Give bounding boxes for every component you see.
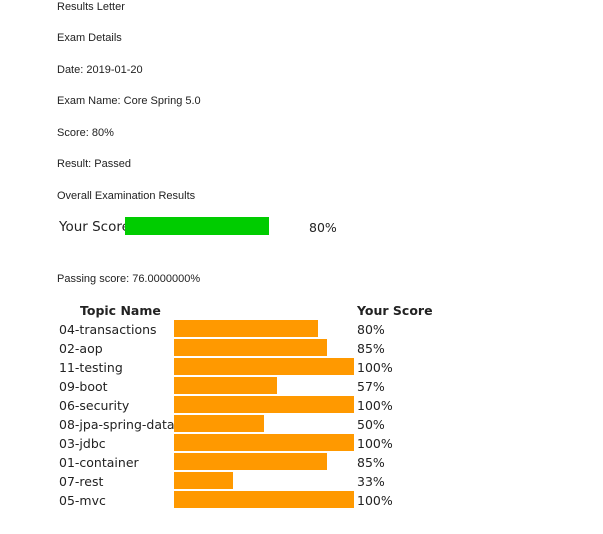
topic-name: 02-aop <box>59 341 103 356</box>
topic-score-bar <box>174 358 354 375</box>
topic-score-bar <box>174 453 327 470</box>
topic-name: 04-transactions <box>59 322 157 337</box>
overall-score-bar <box>125 217 269 235</box>
topic-score-percent: 33% <box>357 474 385 489</box>
topic-score-percent: 57% <box>357 379 385 394</box>
your-score-header: Your Score <box>357 303 433 318</box>
topic-name-header: Topic Name <box>80 303 161 318</box>
topic-score-percent: 100% <box>357 436 393 451</box>
topic-score-bar <box>174 415 264 432</box>
topic-name: 08-jpa-spring-data <box>59 417 175 432</box>
table-row: 06-security 100% <box>0 396 603 415</box>
table-row: 07-rest 33% <box>0 472 603 491</box>
table-row: 08-jpa-spring-data 50% <box>0 415 603 434</box>
letter-title: Results Letter <box>57 1 125 13</box>
overall-score-percent: 80% <box>309 220 337 235</box>
table-row: 09-boot 57% <box>0 377 603 396</box>
topic-score-bar <box>174 396 354 413</box>
topic-score-bar <box>174 377 277 394</box>
topic-score-bar <box>174 472 234 489</box>
exam-result: Result: Passed <box>57 158 131 170</box>
table-row: 03-jdbc 100% <box>0 434 603 453</box>
table-row: 05-mvc 100% <box>0 491 603 510</box>
topic-score-percent: 85% <box>357 455 385 470</box>
topic-score-percent: 100% <box>357 398 393 413</box>
topic-score-bar <box>174 320 318 337</box>
topic-name: 09-boot <box>59 379 108 394</box>
topic-results-table: 04-transactions 80% 02-aop 85% 11-testing 100… <box>0 320 603 510</box>
topic-score-percent: 100% <box>357 493 393 508</box>
topic-name: 05-mvc <box>59 493 106 508</box>
topic-score-percent: 100% <box>357 360 393 375</box>
table-row: 02-aop 85% <box>0 339 603 358</box>
exam-score: Score: 80% <box>57 127 114 139</box>
topic-score-bar <box>174 434 354 451</box>
topic-score-bar <box>174 491 354 508</box>
exam-date: Date: 2019-01-20 <box>57 64 143 76</box>
topic-score-percent: 80% <box>357 322 385 337</box>
topic-score-percent: 50% <box>357 417 385 432</box>
table-row: 01-container 85% <box>0 453 603 472</box>
topic-score-percent: 85% <box>357 341 385 356</box>
topic-name: 01-container <box>59 455 139 470</box>
overall-score-label: Your Score <box>59 219 130 235</box>
topic-name: 06-security <box>59 398 130 413</box>
table-row: 11-testing 100% <box>0 358 603 377</box>
table-row: 04-transactions 80% <box>0 320 603 339</box>
exam-name: Exam Name: Core Spring 5.0 <box>57 95 201 107</box>
passing-score: Passing score: 76.0000000% <box>57 273 201 285</box>
overall-heading: Overall Examination Results <box>57 190 196 202</box>
topic-name: 03-jdbc <box>59 436 106 451</box>
topic-score-bar <box>174 339 327 356</box>
topic-name: 11-testing <box>59 360 123 375</box>
section-heading: Exam Details <box>57 32 122 44</box>
topic-name: 07-rest <box>59 474 104 489</box>
